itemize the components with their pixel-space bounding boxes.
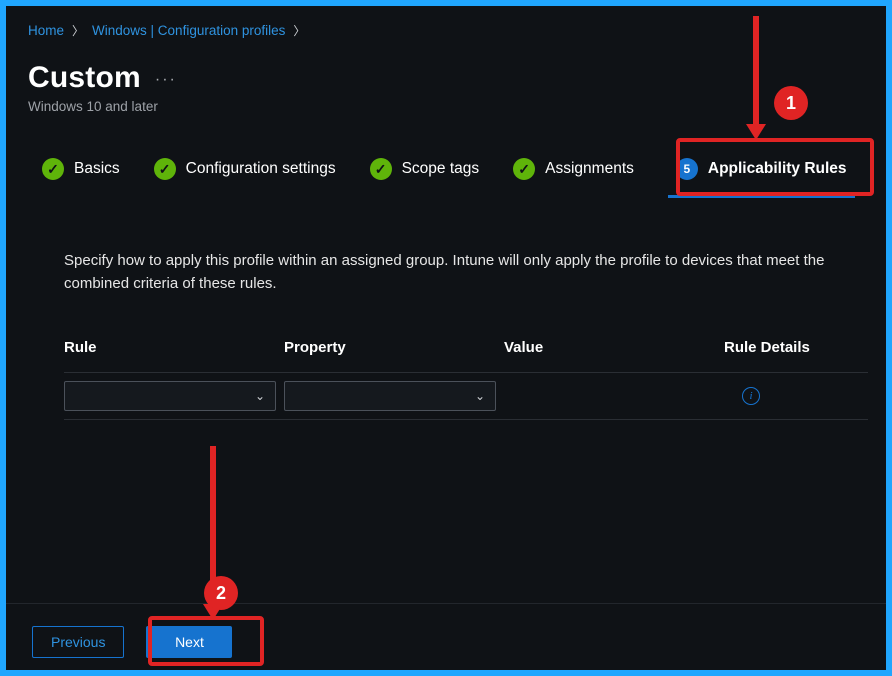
page-header: Custom ···	[28, 61, 868, 95]
column-header-details: Rule Details	[724, 339, 868, 356]
column-header-rule: Rule	[64, 339, 284, 356]
page-title: Custom	[28, 61, 141, 95]
property-select[interactable]: ⌄	[284, 381, 496, 411]
check-icon: ✓	[513, 158, 535, 180]
step-label: Configuration settings	[186, 160, 336, 178]
wizard-steps: ✓ Basics ✓ Configuration settings ✓ Scop…	[28, 152, 868, 186]
chevron-right-icon: 〉	[72, 22, 84, 39]
active-tab-underline	[668, 195, 855, 198]
step-basics[interactable]: ✓ Basics	[42, 158, 120, 180]
step-configuration-settings[interactable]: ✓ Configuration settings	[154, 158, 336, 180]
column-header-value: Value	[504, 339, 724, 356]
annotation-arrow	[210, 446, 216, 606]
step-label: Basics	[74, 160, 120, 178]
step-applicability-rules[interactable]: 5 Applicability Rules	[668, 152, 855, 186]
breadcrumb-home[interactable]: Home	[28, 23, 64, 38]
window-root: Home 〉 Windows | Configuration profiles …	[6, 6, 886, 670]
breadcrumb: Home 〉 Windows | Configuration profiles …	[28, 22, 868, 39]
annotation-arrow-head	[203, 604, 223, 620]
wizard-footer: Previous Next	[32, 626, 232, 658]
next-button[interactable]: Next	[146, 626, 232, 658]
rules-grid: Rule Property Value Rule Details ⌄ ⌄ i	[28, 339, 868, 420]
breadcrumb-config-profiles[interactable]: Windows | Configuration profiles	[92, 23, 285, 38]
section-description: Specify how to apply this profile within…	[28, 250, 868, 295]
chevron-down-icon: ⌄	[475, 389, 485, 403]
chevron-down-icon: ⌄	[255, 389, 265, 403]
table-row: ⌄ ⌄ i	[64, 373, 868, 420]
rule-select[interactable]: ⌄	[64, 381, 276, 411]
check-icon: ✓	[42, 158, 64, 180]
more-actions-button[interactable]: ···	[155, 71, 177, 89]
info-icon[interactable]: i	[742, 387, 760, 405]
step-number-icon: 5	[676, 158, 698, 180]
step-label: Applicability Rules	[708, 160, 847, 178]
step-scope-tags[interactable]: ✓ Scope tags	[370, 158, 480, 180]
step-label: Scope tags	[402, 160, 480, 178]
grid-header-row: Rule Property Value Rule Details	[64, 339, 868, 373]
step-assignments[interactable]: ✓ Assignments	[513, 158, 634, 180]
check-icon: ✓	[370, 158, 392, 180]
step-label: Assignments	[545, 160, 634, 178]
check-icon: ✓	[154, 158, 176, 180]
annotation-marker-2: 2	[204, 576, 238, 610]
page-subtitle: Windows 10 and later	[28, 99, 868, 114]
previous-button[interactable]: Previous	[32, 626, 124, 658]
footer-divider	[6, 603, 886, 604]
column-header-property: Property	[284, 339, 504, 356]
annotation-arrow-head	[746, 124, 766, 140]
chevron-right-icon: 〉	[293, 22, 305, 39]
